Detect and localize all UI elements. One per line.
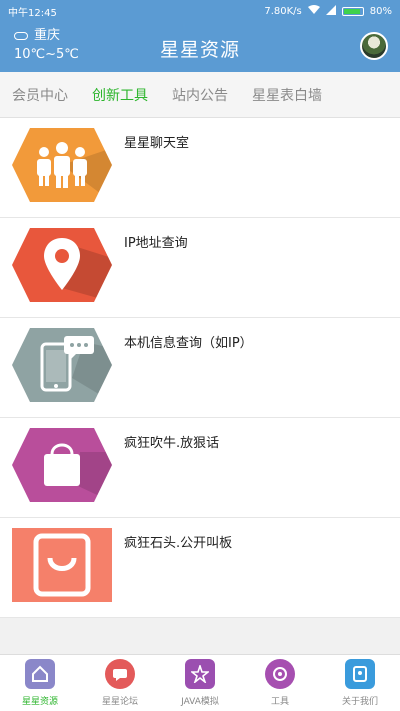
list-item-bragging[interactable]: 疯狂吹牛.放狠话: [0, 418, 400, 518]
list-item-device-info[interactable]: 本机信息查询（如IP）: [0, 318, 400, 418]
list-item-label: 本机信息查询（如IP）: [124, 336, 253, 351]
battery-percent: 80%: [369, 5, 392, 17]
bottom-navigation: 星星资源 星星论坛 JAVA模拟 工具 关于我们: [0, 654, 400, 711]
network-speed: 7.80K/s: [264, 5, 302, 17]
nav-star-forum[interactable]: 星星论坛: [80, 655, 160, 711]
nav-tools[interactable]: 工具: [240, 655, 320, 711]
tab-member-center[interactable]: 会员中心: [0, 85, 80, 105]
list-item-label: 疯狂石头.公开叫板: [124, 536, 233, 551]
nav-label: 星星资源: [21, 697, 58, 707]
chat-icon: [105, 659, 135, 689]
user-avatar[interactable]: [360, 32, 388, 60]
nav-about-us[interactable]: 关于我们: [320, 655, 400, 711]
nav-label: 星星论坛: [101, 697, 138, 707]
info-icon: [345, 659, 375, 689]
wifi-icon: [307, 4, 320, 18]
battery-icon: [341, 6, 364, 16]
nav-label: 关于我们: [341, 697, 378, 707]
tab-confession-wall[interactable]: 星星表白墙: [240, 85, 334, 105]
status-bar: 中午12:45 7.80K/s 80%: [0, 0, 400, 22]
nav-java-sim[interactable]: JAVA模拟: [160, 655, 240, 711]
nav-label: JAVA模拟: [181, 697, 219, 707]
list-item-crazy-stone[interactable]: 疯狂石头.公开叫板: [0, 518, 400, 618]
phone-chat-icon: [12, 328, 112, 402]
app-header: 重庆 10℃~5℃ 星星资源: [0, 22, 400, 72]
tab-announcements[interactable]: 站内公告: [160, 85, 240, 105]
top-tabs: 会员中心 创新工具 站内公告 星星表白墙: [0, 72, 400, 118]
list-item-label: IP地址查询: [124, 236, 188, 251]
tool-list: 星星聊天室 IP地址查询 本机信息查询（如IP） 疯狂吹牛.放狠话 疯狂石头.公…: [0, 118, 400, 618]
app-title: 星星资源: [159, 39, 240, 61]
list-item-chatroom[interactable]: 星星聊天室: [0, 118, 400, 218]
people-icon: [12, 128, 112, 202]
nav-label: 工具: [270, 697, 289, 707]
tool-icon: [265, 659, 295, 689]
signal-icon: [325, 4, 336, 18]
location-pin-icon: [12, 228, 112, 302]
home-icon: [25, 659, 55, 689]
list-item-label: 星星聊天室: [124, 136, 190, 151]
shopping-bag-icon: [12, 528, 112, 602]
tab-innovation-tools[interactable]: 创新工具: [80, 85, 160, 105]
star-icon: [185, 659, 215, 689]
list-item-ip-lookup[interactable]: IP地址查询: [0, 218, 400, 318]
shopping-bag-icon: [12, 428, 112, 502]
nav-star-resources[interactable]: 星星资源: [0, 655, 80, 711]
list-item-label: 疯狂吹牛.放狠话: [124, 436, 220, 451]
status-time: 中午12:45: [8, 7, 57, 19]
